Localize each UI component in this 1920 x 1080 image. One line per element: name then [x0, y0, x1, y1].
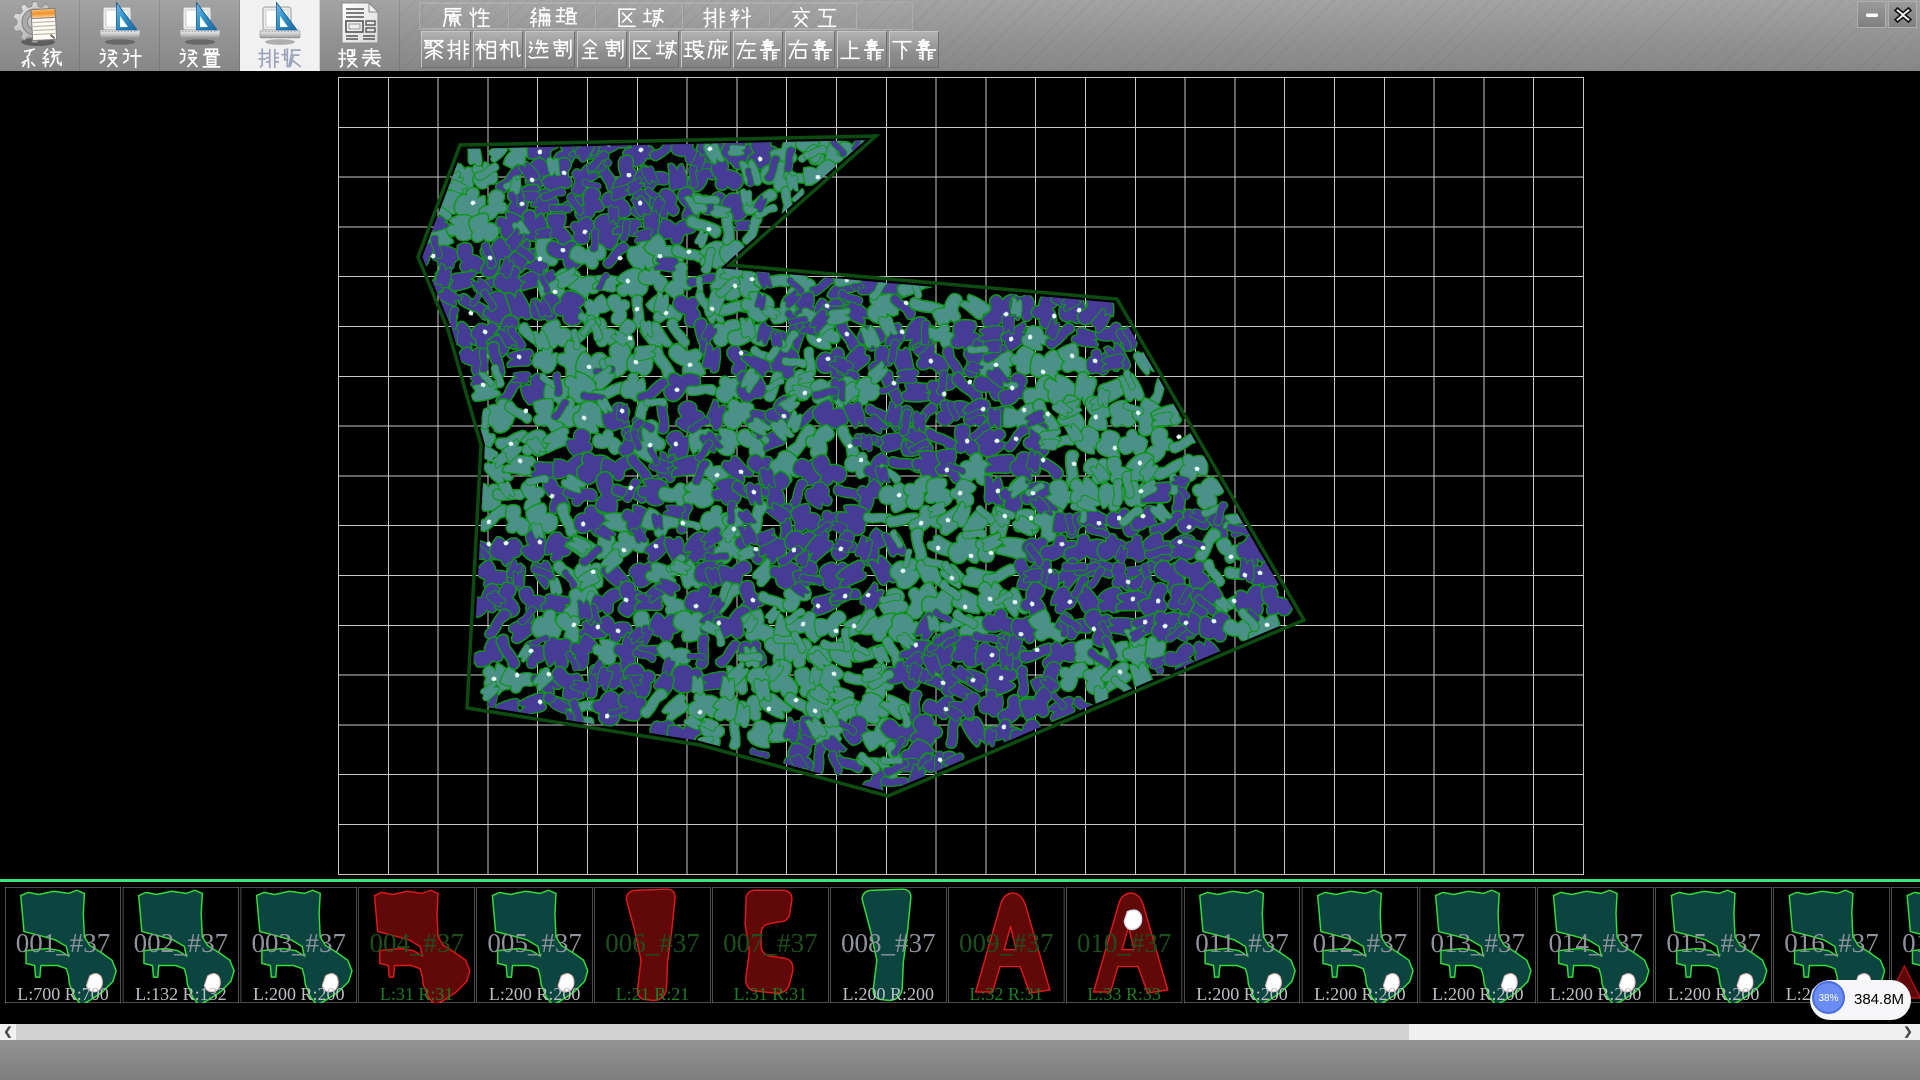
svg-text:014_#37: 014_#37	[1548, 928, 1643, 958]
svg-text:L:200 R:200: L:200 R:200	[1550, 984, 1642, 1004]
svg-text:016_#37: 016_#37	[1784, 928, 1879, 958]
svg-text:010_#37: 010_#37	[1077, 928, 1172, 958]
svg-text:015_#37: 015_#37	[1666, 928, 1761, 958]
svg-text:002_#37: 002_#37	[134, 928, 229, 958]
svg-text:L:200 R:200: L:200 R:200	[1668, 984, 1760, 1004]
svg-text:009_#37: 009_#37	[959, 928, 1053, 958]
svg-text:004_#37: 004_#37	[369, 928, 464, 958]
svg-text:L:700 R:700: L:700 R:700	[17, 984, 109, 1004]
svg-text:L:200 R:200: L:200 R:200	[1314, 984, 1406, 1004]
svg-text:L:132 R:132: L:132 R:132	[135, 984, 227, 1004]
svg-text:013_#37: 013_#37	[1431, 928, 1526, 958]
svg-text:L:200 R:200: L:200 R:200	[1196, 984, 1288, 1004]
svg-text:L:31 R:31: L:31 R:31	[734, 984, 808, 1004]
svg-text:001_#37: 001_#37	[16, 928, 111, 958]
svg-text:L:31 R:31: L:31 R:31	[380, 984, 454, 1004]
svg-text:012_#37: 012_#37	[1313, 928, 1408, 958]
svg-text:006_#37: 006_#37	[605, 928, 700, 958]
svg-text:L:200 R:200: L:200 R:200	[1432, 984, 1524, 1004]
svg-text:011_#37: 011_#37	[1195, 928, 1289, 958]
svg-text:008_#37: 008_#37	[841, 928, 936, 958]
svg-text:L:32 R:31: L:32 R:31	[969, 984, 1043, 1004]
svg-text:L:200 R:200: L:200 R:200	[253, 984, 345, 1004]
svg-text:017_#37: 017_#37	[1902, 928, 1920, 958]
svg-text:003_#37: 003_#37	[252, 928, 346, 958]
svg-text:005_#37: 005_#37	[487, 928, 581, 958]
svg-text:007_#37: 007_#37	[723, 928, 818, 958]
svg-text:L:33 R:33: L:33 R:33	[1087, 984, 1161, 1004]
svg-text:L:21 R:21: L:21 R:21	[616, 984, 690, 1004]
svg-text:L:200 R:200: L:200 R:200	[843, 984, 935, 1004]
svg-text:L:200 R:200: L:200 R:200	[489, 984, 581, 1004]
